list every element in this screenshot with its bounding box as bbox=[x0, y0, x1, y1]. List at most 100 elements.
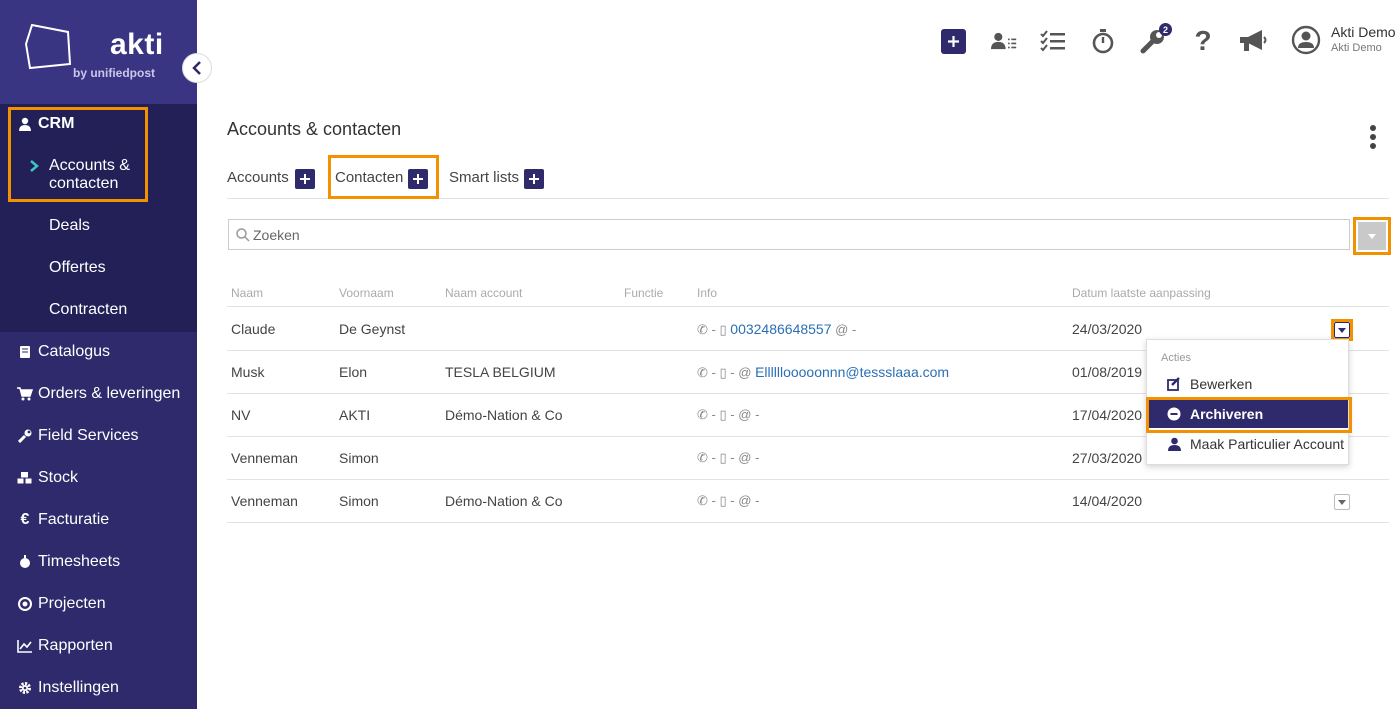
phone-icon: ✆ bbox=[697, 450, 708, 465]
sidebar-item-instellingen[interactable]: Instellingen bbox=[0, 667, 197, 709]
column-voornaam[interactable]: Voornaam bbox=[339, 286, 394, 300]
sidebar-item-crm[interactable]: CRM bbox=[0, 103, 197, 145]
email-link[interactable]: Ellllllooooonnn@tessslaaa.com bbox=[755, 364, 949, 380]
menu-item-label: Bewerken bbox=[1190, 376, 1253, 392]
column-datum[interactable]: Datum laatste aanpassing bbox=[1072, 286, 1211, 300]
book-icon bbox=[16, 345, 34, 359]
sidebar-item-deals[interactable]: Deals bbox=[49, 217, 90, 235]
euro-icon: € bbox=[20, 511, 30, 528]
sidebar-item-label: Rapporten bbox=[38, 637, 113, 654]
sidebar-item-facturatie[interactable]: € Facturatie bbox=[0, 499, 197, 541]
help-button[interactable]: ? bbox=[1190, 27, 1216, 55]
row-divider bbox=[227, 522, 1389, 523]
phone-icon: ✆ bbox=[697, 493, 708, 508]
caret-down-icon bbox=[1368, 233, 1376, 239]
sidebar-item-projecten[interactable]: Projecten bbox=[0, 583, 197, 625]
cell-datum: 17/04/2020 bbox=[1072, 407, 1143, 423]
sidebar-item-catalogus[interactable]: Catalogus bbox=[0, 331, 197, 373]
cell-naam: Claude bbox=[231, 321, 276, 337]
sidebar-item-accounts-contacten[interactable]: Accounts & contacten bbox=[49, 157, 130, 193]
cell-datum: 14/04/2020 bbox=[1072, 493, 1143, 509]
sidebar-item-orders[interactable]: Orders & leveringen bbox=[0, 373, 197, 415]
email-at-icon: @ bbox=[738, 407, 752, 422]
sidebar-item-timesheets[interactable]: Timesheets bbox=[0, 541, 197, 583]
sidebar-item-contracten[interactable]: Contracten bbox=[49, 301, 127, 319]
email-at-icon: @ bbox=[738, 450, 752, 465]
mobile-icon: ▯ bbox=[719, 493, 727, 508]
cell-datum: 27/03/2020 bbox=[1072, 450, 1143, 466]
gear-icon bbox=[16, 681, 34, 695]
cell-naam: Venneman bbox=[231, 493, 298, 509]
page-title: Accounts & contacten bbox=[227, 119, 402, 139]
plus-icon bbox=[529, 174, 539, 184]
cell-voornaam: AKTI bbox=[339, 407, 371, 423]
column-naam-account[interactable]: Naam account bbox=[445, 286, 522, 300]
cell-info: ✆ - ▯ - @ Ellllllooooonnn@tessslaaa.com bbox=[697, 364, 950, 380]
column-naam[interactable]: Naam bbox=[231, 286, 263, 300]
column-info[interactable]: Info bbox=[697, 286, 717, 300]
add-smart-list-button[interactable] bbox=[524, 169, 544, 189]
cell-info: ✆ - ▯ 0032486648557 @ - bbox=[697, 321, 857, 337]
sidebar-item-stock[interactable]: Stock bbox=[0, 457, 197, 499]
contacts-button[interactable] bbox=[991, 28, 1017, 54]
sidebar: akti by unifiedpost CRM Accounts & conta… bbox=[0, 0, 212, 709]
wrench-icon bbox=[16, 429, 34, 443]
quick-add-button[interactable] bbox=[941, 29, 966, 54]
phone-icon: ✆ bbox=[697, 407, 708, 422]
plus-icon bbox=[948, 36, 959, 47]
sidebar-item-label: Facturatie bbox=[38, 511, 110, 528]
sidebar-item-offertes[interactable]: Offertes bbox=[49, 259, 106, 277]
tabs-divider bbox=[227, 198, 1389, 199]
sidebar-item-label: Projecten bbox=[38, 595, 106, 612]
phone-icon: ✆ bbox=[697, 322, 708, 337]
menu-item-maak-particulier-account[interactable]: Maak Particulier Account bbox=[1147, 430, 1348, 458]
tab-contacten[interactable]: Contacten bbox=[335, 169, 403, 186]
sidebar-item-field-services[interactable]: Field Services bbox=[0, 415, 197, 457]
announcements-button[interactable] bbox=[1238, 28, 1268, 54]
search-input[interactable] bbox=[253, 220, 1343, 249]
email-at-icon: @ bbox=[738, 365, 752, 380]
plus-icon bbox=[413, 174, 423, 184]
kebab-menu-icon bbox=[1370, 125, 1376, 149]
cell-account: Démo-Nation & Co bbox=[445, 407, 563, 423]
mobile-icon: ▯ bbox=[719, 450, 727, 465]
phone-link[interactable]: 0032486648557 bbox=[730, 321, 831, 337]
logo-area: akti by unifiedpost bbox=[0, 0, 197, 104]
tasks-button[interactable] bbox=[1040, 28, 1066, 54]
sidebar-item-label: Catalogus bbox=[38, 343, 111, 360]
boxes-icon bbox=[16, 471, 34, 485]
checklist-icon bbox=[1040, 30, 1065, 52]
add-account-button[interactable] bbox=[295, 169, 315, 189]
sidebar-item-rapporten[interactable]: Rapporten bbox=[0, 625, 197, 667]
user-avatar[interactable] bbox=[1291, 25, 1321, 55]
megaphone-icon bbox=[1240, 30, 1267, 51]
search-box bbox=[228, 219, 1350, 250]
stopwatch-icon bbox=[16, 555, 34, 569]
header-divider bbox=[227, 306, 1389, 307]
tab-smart-lists[interactable]: Smart lists bbox=[449, 169, 519, 186]
logo-text: akti bbox=[110, 28, 164, 61]
search-icon bbox=[236, 228, 250, 242]
menu-item-label: Archiveren bbox=[1190, 406, 1264, 422]
add-contact-button[interactable] bbox=[408, 169, 428, 189]
chart-icon bbox=[16, 639, 34, 653]
phone-icon: ✆ bbox=[697, 365, 708, 380]
tab-accounts[interactable]: Accounts bbox=[227, 169, 289, 186]
timer-button[interactable] bbox=[1090, 28, 1116, 54]
menu-item-archiveren[interactable]: Archiveren bbox=[1147, 400, 1348, 428]
collapse-sidebar-button[interactable] bbox=[182, 53, 212, 83]
caret-down-icon bbox=[1338, 327, 1346, 333]
sidebar-item-label: Stock bbox=[38, 469, 79, 486]
user-name[interactable]: Akti Demo bbox=[1331, 24, 1396, 40]
more-options-button[interactable] bbox=[1366, 124, 1380, 150]
caret-down-icon bbox=[1338, 499, 1346, 505]
column-functie[interactable]: Functie bbox=[624, 286, 663, 300]
row-actions-button[interactable] bbox=[1334, 322, 1350, 338]
row-actions-button[interactable] bbox=[1334, 494, 1350, 510]
cell-naam: Musk bbox=[231, 364, 265, 380]
contacts-list-icon bbox=[991, 32, 1017, 50]
filter-dropdown-button[interactable] bbox=[1358, 222, 1386, 250]
menu-item-bewerken[interactable]: Bewerken bbox=[1147, 370, 1348, 398]
cell-voornaam: Simon bbox=[339, 450, 379, 466]
target-icon bbox=[16, 597, 34, 611]
